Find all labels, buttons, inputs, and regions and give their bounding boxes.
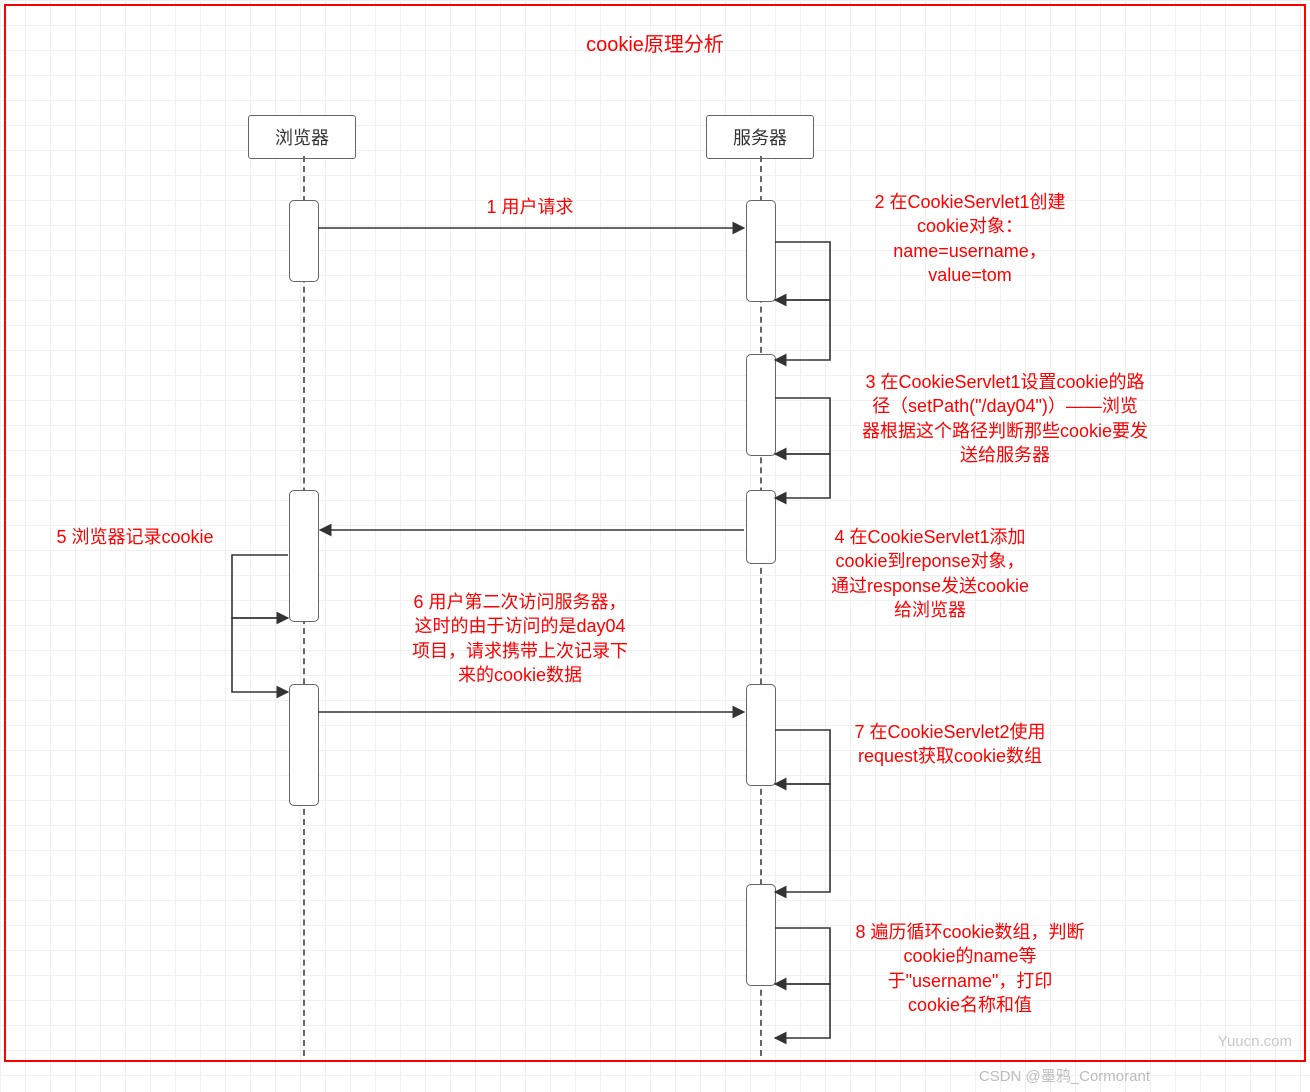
actor-browser: 浏览器 bbox=[248, 115, 356, 159]
actor-server-label: 服务器 bbox=[733, 128, 787, 148]
activation-server-5 bbox=[746, 884, 776, 986]
actor-server: 服务器 bbox=[706, 115, 814, 159]
note-7: 7 在CookieServlet2使用request获取cookie数组 bbox=[820, 720, 1080, 769]
activation-server-3 bbox=[746, 490, 776, 564]
msg-6: 6 用户第二次访问服务器，这时的由于访问的是day04项目，请求携带上次记录下来… bbox=[380, 590, 660, 687]
activation-browser-2 bbox=[289, 490, 319, 622]
activation-server-1 bbox=[746, 200, 776, 302]
diagram-title: cookie原理分析 bbox=[0, 28, 1310, 57]
activation-browser-1 bbox=[289, 200, 319, 282]
activation-server-2 bbox=[746, 354, 776, 456]
watermark-site: Yuucn.com bbox=[1218, 1033, 1292, 1050]
watermark-author: CSDN @墨鸦_Cormorant bbox=[979, 1065, 1150, 1086]
note-8: 8 遍历循环cookie数组，判断cookie的name等于"username"… bbox=[830, 920, 1110, 1017]
activation-browser-3 bbox=[289, 684, 319, 806]
note-3: 3 在CookieServlet1设置cookie的路径（setPath("/d… bbox=[820, 370, 1190, 467]
note-5: 5 浏览器记录cookie bbox=[30, 525, 240, 549]
msg-1: 1 用户请求 bbox=[380, 195, 680, 219]
activation-server-4 bbox=[746, 684, 776, 786]
actor-browser-label: 浏览器 bbox=[275, 128, 329, 148]
note-4: 4 在CookieServlet1添加cookie到reponse对象，通过re… bbox=[800, 525, 1060, 622]
note-2: 2 在CookieServlet1创建cookie对象：name=usernam… bbox=[840, 190, 1100, 287]
